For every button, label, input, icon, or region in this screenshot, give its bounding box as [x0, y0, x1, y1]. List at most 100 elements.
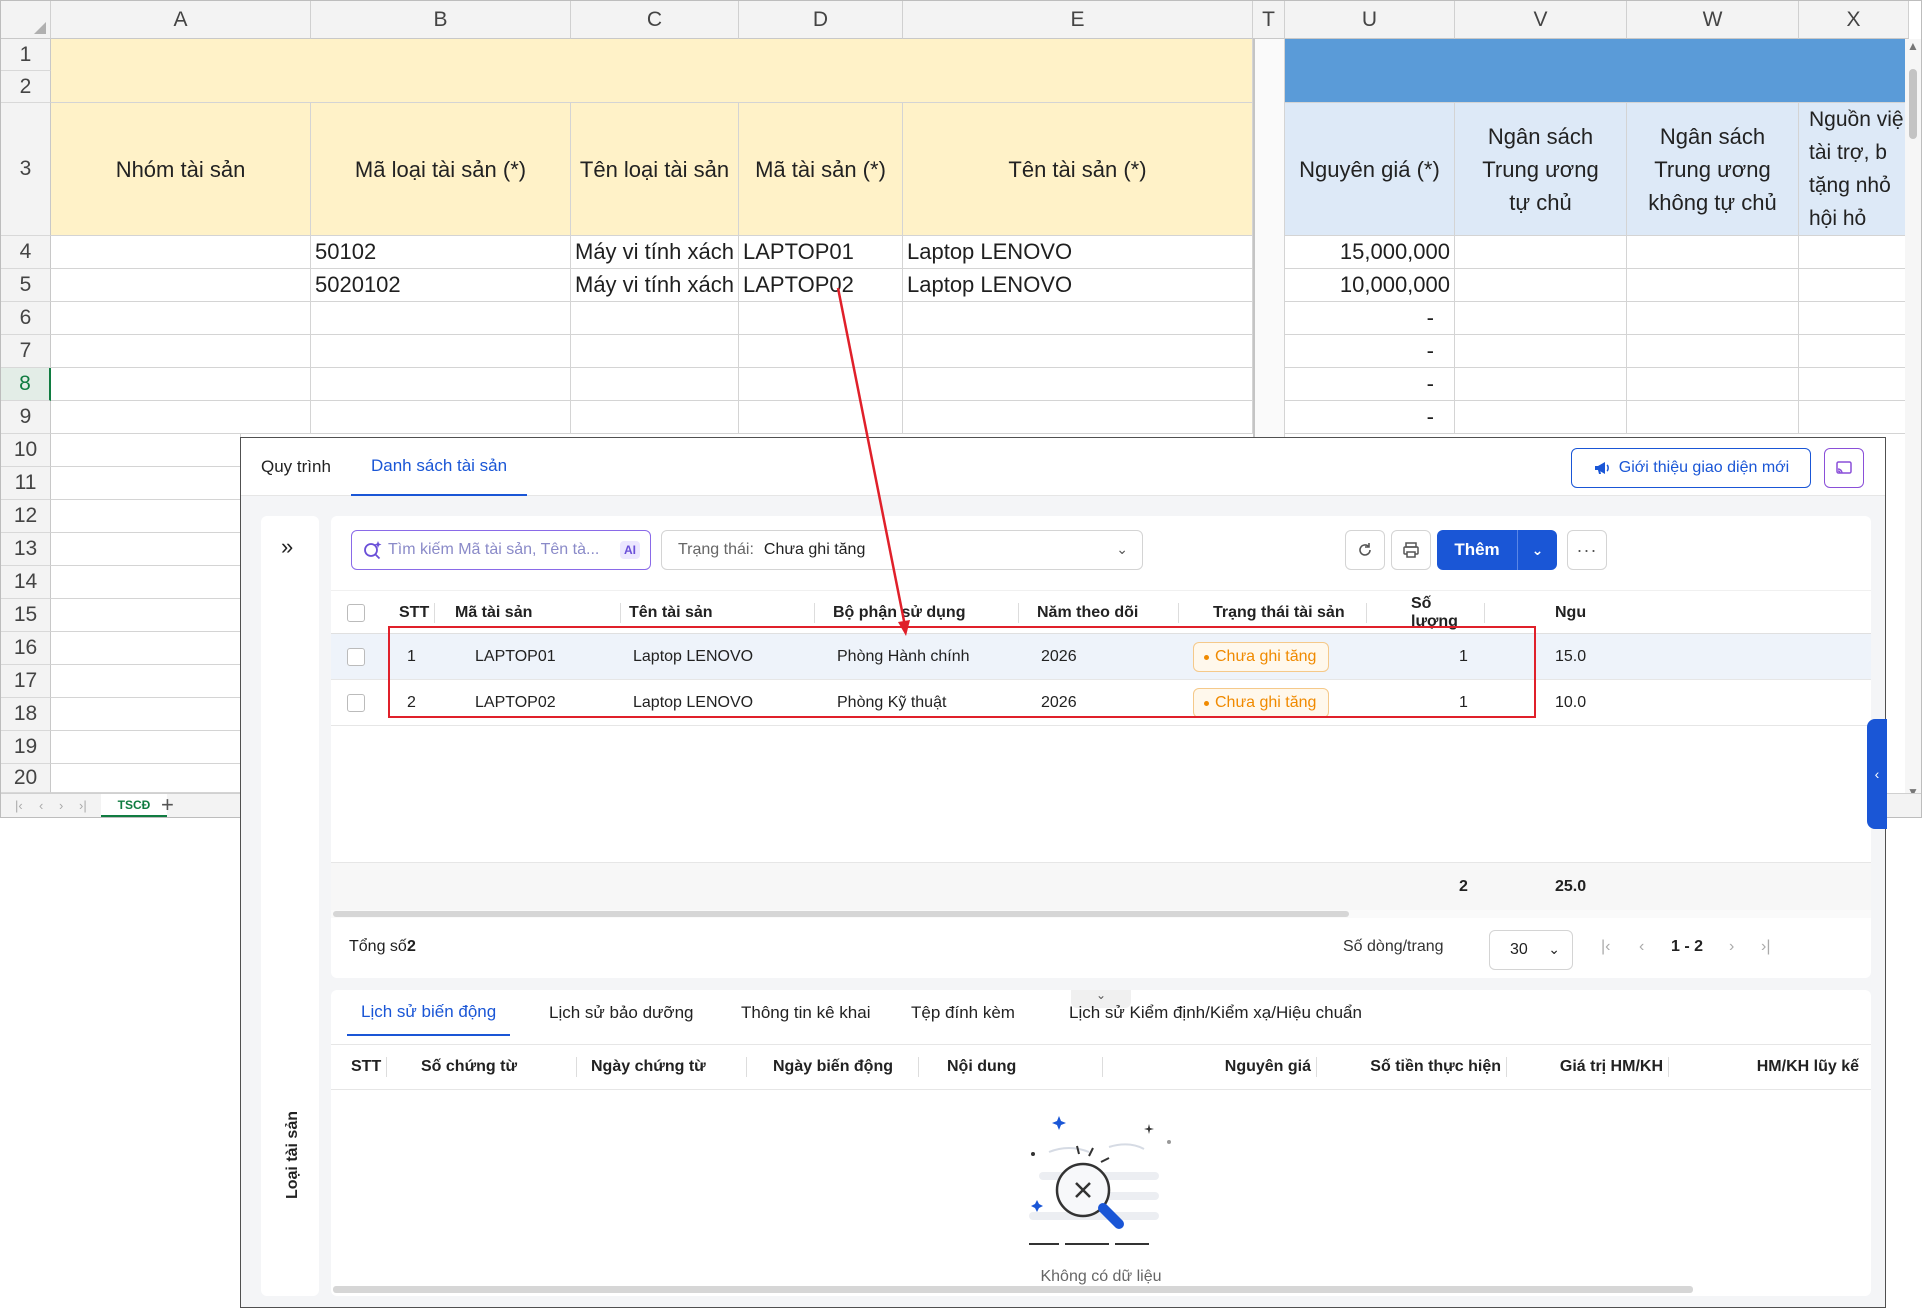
cell[interactable]	[311, 401, 571, 434]
cell[interactable]	[51, 401, 311, 434]
cell[interactable]	[51, 335, 311, 368]
last-sheet-icon[interactable]: ›|	[79, 798, 87, 813]
row-header[interactable]: 14	[1, 566, 51, 599]
tab-thong-tin-ke-khai[interactable]: Thông tin kê khai	[741, 990, 870, 1036]
cell[interactable]	[739, 335, 903, 368]
cell[interactable]	[51, 467, 241, 500]
col-so-chung-tu[interactable]: Số chứng từ	[421, 1045, 577, 1089]
expand-panel-icon[interactable]: »	[281, 534, 293, 560]
cell[interactable]	[311, 368, 571, 401]
tab-lich-su-bien-dong[interactable]: Lịch sử biến động	[347, 990, 511, 1036]
cell-nguyen-gia[interactable]: -	[1285, 335, 1455, 368]
column-header-c[interactable]: C	[571, 1, 739, 39]
header-ten-tai-san[interactable]: Tên tài sản (*)	[903, 103, 1253, 236]
prev-page-icon[interactable]: ‹	[1639, 938, 1644, 956]
row-checkbox[interactable]	[347, 694, 365, 712]
cell[interactable]	[1799, 368, 1909, 401]
cell[interactable]	[1799, 401, 1909, 434]
col-nguyen-gia[interactable]: Nguyên giá	[1199, 1045, 1317, 1089]
row-header-selected[interactable]: 8	[1, 368, 51, 401]
cell-ma-tai-san[interactable]: LAPTOP02	[739, 269, 903, 302]
page-size-select[interactable]: 30 ⌄	[1489, 930, 1573, 970]
add-button[interactable]: Thêm ⌄	[1437, 530, 1557, 570]
cell[interactable]	[903, 302, 1253, 335]
row-header[interactable]: 4	[1, 236, 51, 269]
header-ma-loai-tai-san[interactable]: Mã loại tài sản (*)	[311, 103, 571, 236]
header-ma-tai-san[interactable]: Mã tài sản (*)	[739, 103, 903, 236]
horizontal-scrollbar[interactable]	[331, 910, 1871, 918]
cell[interactable]	[1455, 236, 1627, 269]
vertical-scrollbar[interactable]: ▲ ▼	[1905, 39, 1921, 799]
scroll-up-icon[interactable]: ▲	[1907, 39, 1919, 53]
cell[interactable]	[51, 434, 241, 467]
row-header[interactable]: 18	[1, 698, 51, 731]
cell-nguyen-gia[interactable]: 15,000,000	[1285, 236, 1455, 269]
row-header[interactable]: 16	[1, 632, 51, 665]
cell[interactable]	[1799, 335, 1909, 368]
first-sheet-icon[interactable]: |‹	[15, 798, 23, 813]
cell-nguyen-gia[interactable]: 10,000,000	[1285, 269, 1455, 302]
cell[interactable]	[51, 302, 311, 335]
column-header-w[interactable]: W	[1627, 1, 1799, 39]
row-header[interactable]: 11	[1, 467, 51, 500]
cell[interactable]	[1455, 335, 1627, 368]
select-all-corner[interactable]	[1, 1, 51, 39]
intro-new-ui-button[interactable]: Giới thiệu giao diện mới	[1571, 448, 1811, 488]
cell[interactable]	[1455, 269, 1627, 302]
column-header-x[interactable]: X	[1799, 1, 1909, 39]
cell-nguyen-gia[interactable]: -	[1285, 368, 1455, 401]
column-header-b[interactable]: B	[311, 1, 571, 39]
cell[interactable]	[1627, 269, 1799, 302]
cell[interactable]	[51, 632, 241, 665]
column-header-e[interactable]: E	[903, 1, 1253, 39]
header-band-blue[interactable]	[1285, 39, 1909, 103]
header-ten-loai-tai-san[interactable]: Tên loại tài sản	[571, 103, 739, 236]
cell[interactable]	[1455, 401, 1627, 434]
cell[interactable]	[739, 368, 903, 401]
search-input[interactable]: Tìm kiếm Mã tài sản, Tên tà... AI	[351, 530, 651, 570]
select-all-checkbox[interactable]	[347, 604, 365, 622]
cell[interactable]	[1627, 236, 1799, 269]
sheet-tab-tscd[interactable]: TSCĐ	[101, 794, 167, 817]
print-button[interactable]	[1391, 530, 1431, 570]
row-header[interactable]: 6	[1, 302, 51, 335]
add-sheet-button[interactable]: +	[161, 792, 174, 817]
col-ngay-chung-tu[interactable]: Ngày chứng từ	[591, 1045, 747, 1089]
cell[interactable]	[903, 401, 1253, 434]
cell[interactable]	[571, 401, 739, 434]
side-panel-toggle[interactable]: ‹	[1867, 719, 1887, 829]
cell-nguyen-gia[interactable]: -	[1285, 401, 1455, 434]
cell[interactable]	[1627, 368, 1799, 401]
col-nguyen-gia[interactable]: Ngu	[1555, 591, 1586, 635]
cell[interactable]	[1627, 401, 1799, 434]
cell[interactable]	[739, 401, 903, 434]
header-nhom-tai-san[interactable]: Nhóm tài sản	[51, 103, 311, 236]
cell-ten-tai-san[interactable]: Laptop LENOVO	[903, 269, 1253, 302]
cell-ma-tai-san[interactable]: LAPTOP01	[739, 236, 903, 269]
tab-lich-su-kiem-dinh[interactable]: Lịch sử Kiểm định/Kiểm xạ/Hiệu chuẩn	[1069, 990, 1362, 1036]
cell-nguyen-gia[interactable]: -	[1285, 302, 1455, 335]
col-gia-tri-hm-kh[interactable]: Giá trị HM/KH	[1521, 1045, 1669, 1089]
cell[interactable]	[739, 302, 903, 335]
row-header[interactable]: 13	[1, 533, 51, 566]
prev-sheet-icon[interactable]: ‹	[39, 798, 43, 813]
more-options-button[interactable]: ···	[1567, 530, 1607, 570]
header-ngan-sach-khong-tu-chu[interactable]: Ngân sách Trung ương không tự chủ	[1627, 103, 1799, 236]
tab-lich-su-bao-duong[interactable]: Lịch sử bảo dưỡng	[549, 990, 694, 1036]
cell[interactable]	[51, 533, 241, 566]
cell[interactable]	[571, 335, 739, 368]
column-header-v[interactable]: V	[1455, 1, 1627, 39]
column-header-t[interactable]: T	[1253, 1, 1285, 39]
cell[interactable]	[1799, 269, 1909, 302]
row-header[interactable]: 2	[1, 71, 51, 103]
cell[interactable]	[51, 764, 241, 793]
cell-ma-loai[interactable]: 50102	[311, 236, 571, 269]
cell[interactable]	[51, 236, 311, 269]
row-header[interactable]: 9	[1, 401, 51, 434]
row-header[interactable]: 12	[1, 500, 51, 533]
row-header[interactable]: 1	[1, 39, 51, 71]
status-filter-select[interactable]: Trạng thái: Chưa ghi tăng ⌄	[661, 530, 1143, 570]
row-header[interactable]: 5	[1, 269, 51, 302]
cell[interactable]	[1799, 236, 1909, 269]
cell-ten-loai[interactable]: Máy vi tính xách	[571, 236, 739, 269]
